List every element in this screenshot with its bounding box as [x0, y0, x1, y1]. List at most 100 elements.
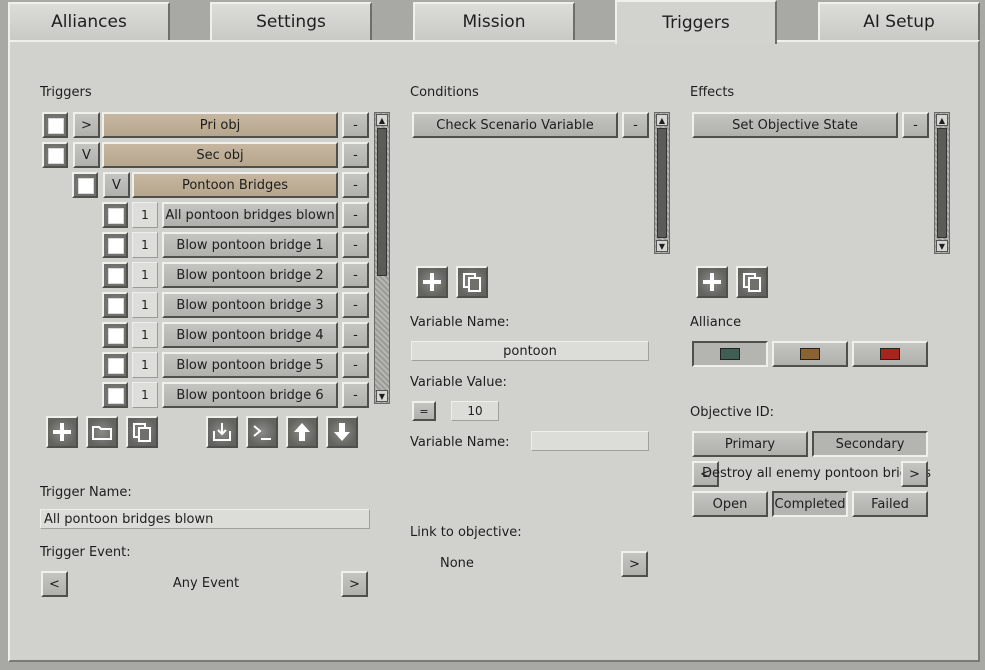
import-trigger-button[interactable] — [206, 416, 238, 448]
trigger-checkbox[interactable] — [102, 352, 128, 378]
trigger-checkbox[interactable] — [102, 262, 128, 288]
remove-trigger-button[interactable]: - — [342, 172, 369, 198]
expand-toggle[interactable]: > — [73, 112, 100, 138]
download-icon — [213, 423, 231, 441]
scroll-up-icon[interactable]: ▲ — [936, 114, 948, 126]
copy-trigger-button[interactable] — [126, 416, 158, 448]
remove-trigger-button[interactable]: - — [342, 142, 369, 168]
trigger-checkbox[interactable] — [102, 292, 128, 318]
trigger-item-pontoon-bridges[interactable]: Pontoon Bridges — [132, 172, 338, 198]
trigger-checkbox[interactable] — [102, 202, 128, 228]
add-trigger-button[interactable] — [46, 416, 78, 448]
condition-item[interactable]: Check Scenario Variable — [412, 112, 618, 138]
event-next-button[interactable]: > — [341, 571, 368, 597]
trigger-count: 1 — [132, 202, 158, 228]
trigger-count: 1 — [132, 352, 158, 378]
tab-triggers[interactable]: Triggers — [615, 0, 777, 44]
conditions-scrollbar[interactable]: ▲ ▼ — [654, 112, 670, 254]
remove-trigger-button[interactable]: - — [342, 382, 369, 408]
remove-trigger-button[interactable]: - — [342, 322, 369, 348]
trigger-checkbox[interactable] — [102, 322, 128, 348]
remove-condition-button[interactable]: - — [622, 112, 649, 138]
move-up-button[interactable] — [286, 416, 318, 448]
remove-trigger-button[interactable]: - — [342, 232, 369, 258]
link-objective-next-button[interactable]: > — [621, 551, 648, 577]
folder-icon — [92, 426, 112, 440]
remove-trigger-button[interactable]: - — [342, 262, 369, 288]
trigger-item[interactable]: Blow pontoon bridge 1 — [162, 232, 338, 258]
trigger-count: 1 — [132, 232, 158, 258]
expand-toggle[interactable]: V — [103, 172, 130, 198]
effect-item[interactable]: Set Objective State — [692, 112, 898, 138]
effects-scrollbar[interactable]: ▲ ▼ — [934, 112, 950, 254]
trigger-count: 1 — [132, 322, 158, 348]
scroll-down-icon[interactable]: ▼ — [656, 240, 668, 252]
trigger-item-pri-obj[interactable]: Pri obj — [102, 112, 338, 138]
expand-toggle[interactable]: V — [73, 142, 100, 168]
remove-trigger-button[interactable]: - — [342, 292, 369, 318]
copy-icon — [463, 273, 481, 292]
add-effect-button[interactable] — [696, 266, 728, 298]
add-condition-button[interactable] — [416, 266, 448, 298]
variable-value-input[interactable]: 10 — [451, 401, 499, 421]
scroll-down-icon[interactable]: ▼ — [376, 390, 388, 402]
alliance-color-swatch — [800, 348, 820, 360]
trigger-item[interactable]: Blow pontoon bridge 6 — [162, 382, 338, 408]
trigger-item[interactable]: Blow pontoon bridge 5 — [162, 352, 338, 378]
tab-ai-setup[interactable]: AI Setup — [818, 2, 980, 40]
link-objective-value: None — [440, 556, 474, 571]
state-completed-button[interactable]: Completed — [772, 491, 848, 517]
trigger-item-sec-obj[interactable]: Sec obj — [102, 142, 338, 168]
trigger-checkbox[interactable] — [72, 172, 98, 198]
trigger-item[interactable]: Blow pontoon bridge 3 — [162, 292, 338, 318]
event-prev-button[interactable]: < — [41, 571, 68, 597]
objective-id-label: Objective ID: — [690, 405, 774, 420]
alliance-button-3[interactable] — [852, 341, 928, 367]
copy-condition-button[interactable] — [456, 266, 488, 298]
scroll-down-icon[interactable]: ▼ — [936, 240, 948, 252]
copy-effect-button[interactable] — [736, 266, 768, 298]
terminal-icon — [253, 425, 271, 440]
remove-trigger-button[interactable]: - — [342, 352, 369, 378]
state-open-button[interactable]: Open — [692, 491, 768, 517]
move-down-button[interactable] — [326, 416, 358, 448]
trigger-item[interactable]: All pontoon bridges blown — [162, 202, 338, 228]
console-trigger-button[interactable] — [246, 416, 278, 448]
operator-button[interactable]: = — [412, 401, 436, 421]
copy-icon — [743, 273, 761, 292]
remove-effect-button[interactable]: - — [902, 112, 929, 138]
trigger-name-input[interactable]: All pontoon bridges blown — [40, 509, 370, 529]
tab-mission[interactable]: Mission — [413, 2, 575, 40]
trigger-checkbox[interactable] — [42, 142, 68, 168]
remove-trigger-button[interactable]: - — [342, 202, 369, 228]
scroll-thumb[interactable] — [937, 128, 947, 238]
variable-value-label: Variable Value: — [410, 375, 507, 390]
alliance-button-2[interactable] — [772, 341, 848, 367]
variable-name-2-input[interactable] — [531, 431, 649, 451]
plus-icon — [53, 423, 71, 441]
primary-button[interactable]: Primary — [692, 431, 808, 457]
scroll-up-icon[interactable]: ▲ — [656, 114, 668, 126]
plus-icon — [423, 273, 441, 291]
alliance-button-1[interactable] — [692, 341, 768, 367]
trigger-checkbox[interactable] — [102, 232, 128, 258]
add-folder-button[interactable] — [86, 416, 118, 448]
tab-alliances[interactable]: Alliances — [8, 2, 170, 40]
scroll-up-icon[interactable]: ▲ — [376, 114, 388, 126]
trigger-name-label: Trigger Name: — [40, 485, 132, 500]
tab-settings[interactable]: Settings — [210, 2, 372, 40]
trigger-item[interactable]: Blow pontoon bridge 2 — [162, 262, 338, 288]
triggers-scrollbar[interactable]: ▲ ▼ — [374, 112, 390, 404]
scroll-thumb[interactable] — [377, 128, 387, 276]
trigger-item[interactable]: Blow pontoon bridge 4 — [162, 322, 338, 348]
objective-next-button[interactable]: > — [901, 461, 928, 487]
secondary-button[interactable]: Secondary — [812, 431, 928, 457]
variable-name-2-label: Variable Name: — [410, 435, 510, 450]
trigger-checkbox[interactable] — [42, 112, 68, 138]
trigger-checkbox[interactable] — [102, 382, 128, 408]
state-failed-button[interactable]: Failed — [852, 491, 928, 517]
scroll-thumb[interactable] — [657, 128, 667, 238]
variable-name-input[interactable]: pontoon — [411, 341, 649, 361]
plus-icon — [703, 273, 721, 291]
remove-trigger-button[interactable]: - — [342, 112, 369, 138]
